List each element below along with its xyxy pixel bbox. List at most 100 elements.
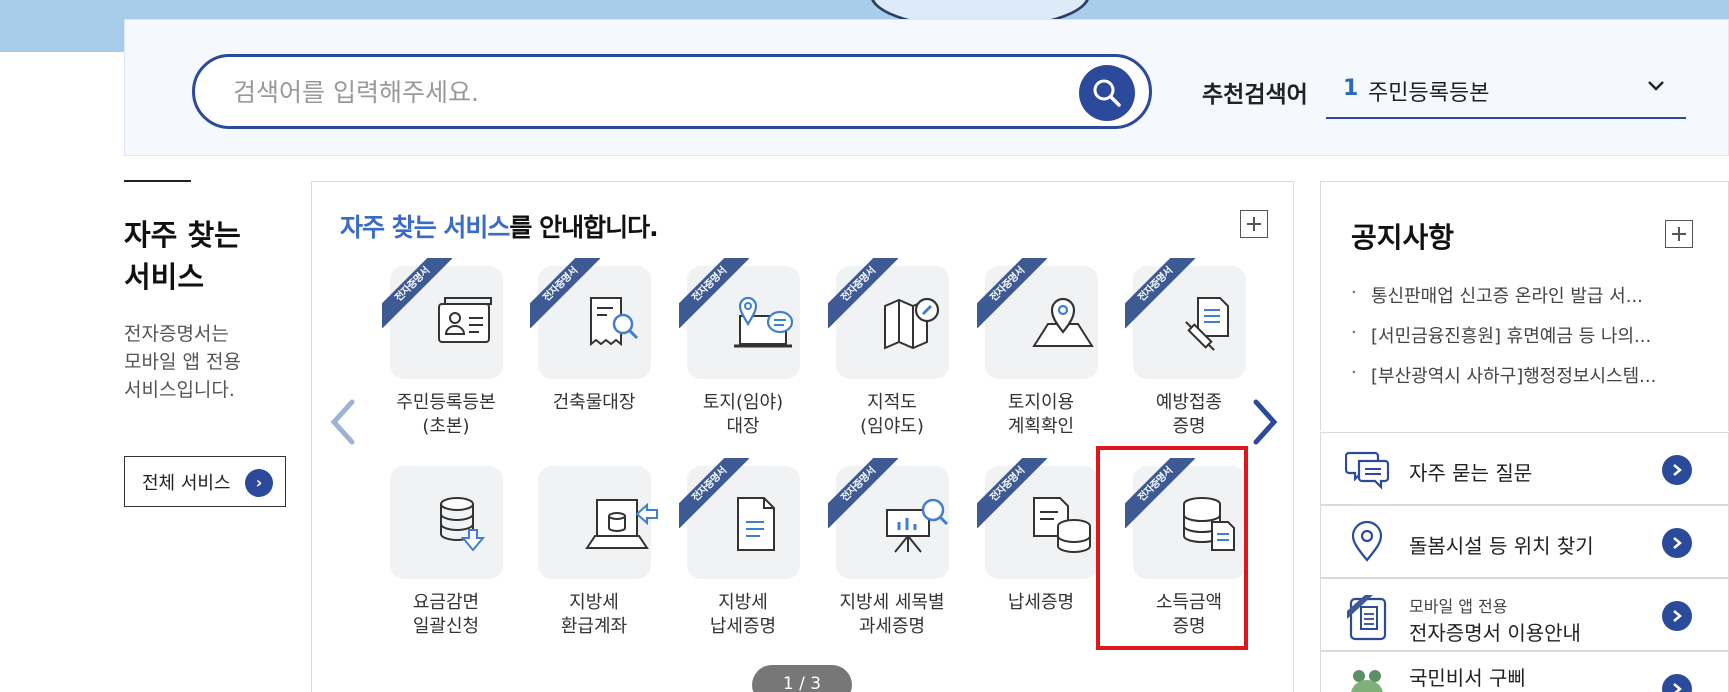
selected-item-highlight xyxy=(1096,446,1248,650)
service-label: 주민등록등본 (초본) xyxy=(371,391,521,439)
notice-more-button[interactable] xyxy=(1665,220,1693,248)
description-line1: 전자증명서는 xyxy=(124,323,229,345)
certificate-badge: 전자증명서 xyxy=(1125,258,1195,328)
recommended-rank: 1 xyxy=(1343,76,1359,101)
notice-item[interactable]: [부산광역시 사하구]행정정보시스템... xyxy=(1351,362,1701,402)
quick-link-mobile-certificate[interactable]: 모바일 앱 전용 전자증명서 이용안내 xyxy=(1320,578,1729,651)
certificate-badge-label: 전자증명서 xyxy=(679,258,749,328)
certificate-badge: 전자증명서 xyxy=(382,258,452,328)
certificate-badge-label: 전자증명서 xyxy=(828,458,898,528)
quick-link-care-facility[interactable]: 돌봄시설 등 위치 찾기 xyxy=(1320,505,1729,578)
mascot-icon xyxy=(1351,670,1383,692)
service-label: 지적도 (임야도) xyxy=(817,391,967,439)
quick-link-sublabel: 모바일 앱 전용 xyxy=(1409,597,1508,616)
certificate-badge-label: 전자증명서 xyxy=(977,458,1047,528)
service-label-line2: 일괄신청 xyxy=(412,616,480,637)
service-label-line2: 대장 xyxy=(726,416,760,437)
certificate-badge-label: 전자증명서 xyxy=(382,258,452,328)
certificate-badge-label: 전자증명서 xyxy=(679,458,749,528)
service-label: 지방세 세목별 과세증명 xyxy=(817,591,967,639)
service-item[interactable]: 전자증명서 지방세 납세증명 xyxy=(668,458,808,646)
service-tile[interactable] xyxy=(538,466,658,579)
database-download-icon xyxy=(437,496,487,556)
service-label: 예방접종 증명 xyxy=(1114,391,1264,439)
search-input[interactable] xyxy=(233,72,1053,112)
certificate-badge: 전자증명서 xyxy=(977,258,1047,328)
chevron-down-icon[interactable] xyxy=(1646,76,1666,96)
services-more-button[interactable] xyxy=(1240,210,1268,238)
certificate-badge: 전자증명서 xyxy=(977,458,1047,528)
service-label-line1: 토지이용 xyxy=(1007,392,1075,413)
quick-link-faq[interactable]: 자주 묻는 질문 xyxy=(1320,432,1729,505)
previous-arrow-icon[interactable] xyxy=(328,397,358,447)
services-heading-accent: 자주 찾는 서비스 xyxy=(340,213,510,242)
service-label: 납세증명 xyxy=(966,591,1116,615)
search-panel: 추천검색어 1 주민등록등본 xyxy=(124,19,1729,156)
description-line3: 서비스입니다. xyxy=(124,379,235,401)
divider xyxy=(124,180,191,182)
quick-link-assistant[interactable]: 국민비서 구삐 xyxy=(1320,651,1729,692)
mobile-certificate-icon xyxy=(1347,595,1387,641)
service-item[interactable]: 지방세 환급계좌 xyxy=(519,466,659,646)
service-label: 토지(임야) 대장 xyxy=(668,391,818,439)
service-item[interactable]: 요금감면 일괄신청 xyxy=(371,466,511,646)
service-label-line1: 예방접종 xyxy=(1155,392,1223,413)
notice-title: 공지사항 xyxy=(1351,221,1455,254)
service-label: 토지이용계획확인 xyxy=(966,391,1116,439)
service-item[interactable]: 전자증명서토지이용계획확인 xyxy=(966,258,1106,446)
service-item[interactable]: 전자증명서납세증명 xyxy=(966,458,1106,646)
section-title: 자주 찾는 서비스 xyxy=(124,214,294,298)
service-item[interactable]: 전자증명서주민등록등본 (초본) xyxy=(371,258,511,446)
chat-icon xyxy=(1345,451,1389,490)
service-label-line1: 지적도 xyxy=(867,392,917,413)
recommended-search-dropdown[interactable]: 1 주민등록등본 xyxy=(1326,62,1686,119)
service-label-line1: 납세증명 xyxy=(1007,592,1075,613)
service-label-line1: 주민등록등본 xyxy=(396,392,496,413)
certificate-badge-label: 전자증명서 xyxy=(1125,258,1195,328)
service-label: 요금감면 일괄신청 xyxy=(371,591,521,639)
service-label-line2: (초본) xyxy=(422,416,470,437)
all-services-label: 전체 서비스 xyxy=(142,473,231,494)
section-title-line1: 자주 찾는 xyxy=(124,218,241,252)
service-label-line2: 계획확인 xyxy=(1007,416,1075,437)
certificate-badge: 전자증명서 xyxy=(828,258,898,328)
service-label: 지방세 환급계좌 xyxy=(519,591,669,639)
notice-panel: 공지사항 통신판매업 신고증 온라인 발급 서... [서민금융진흥원] 휴면예… xyxy=(1320,181,1729,431)
search-box xyxy=(192,54,1152,129)
certificate-badge-label: 전자증명서 xyxy=(530,258,600,328)
all-services-button[interactable]: 전체 서비스 › xyxy=(124,456,286,507)
quick-link-label: 전자증명서 이용안내 xyxy=(1409,621,1581,645)
service-item[interactable]: 전자증명서 지방세 세목별 과세증명 xyxy=(817,458,957,646)
service-label-line1: 건축물대장 xyxy=(552,392,636,413)
quick-link-label: 국민비서 구삐 xyxy=(1409,666,1526,690)
certificate-badge: 전자증명서 xyxy=(828,458,898,528)
chevron-right-icon: › xyxy=(245,469,273,497)
service-tile[interactable] xyxy=(390,466,503,579)
chevron-right-icon xyxy=(1662,528,1692,558)
service-label-line2: 과세증명 xyxy=(858,616,926,637)
notice-list: 통신판매업 신고증 온라인 발급 서... [서민금융진흥원] 휴면예금 등 나… xyxy=(1351,282,1701,402)
description-line2: 모바일 앱 전용 xyxy=(124,351,241,373)
notice-item[interactable]: 통신판매업 신고증 온라인 발급 서... xyxy=(1351,282,1701,322)
recommended-search-label: 추천검색어 xyxy=(1202,82,1308,108)
service-label: 건축물대장 xyxy=(519,391,669,415)
chevron-right-icon xyxy=(1662,601,1692,631)
certificate-badge-label: 전자증명서 xyxy=(828,258,898,328)
service-item[interactable]: 전자증명서 토지(임야) 대장 xyxy=(668,258,808,446)
chevron-right-icon xyxy=(1662,455,1692,485)
location-pin-icon xyxy=(1351,520,1383,562)
service-label-line1: 지방세 xyxy=(718,592,768,613)
notice-item[interactable]: [서민금융진흥원] 휴면예금 등 나의... xyxy=(1351,322,1701,362)
service-item[interactable]: 전자증명서 예방접종 증명 xyxy=(1114,258,1254,446)
recommended-keyword[interactable]: 주민등록등본 xyxy=(1368,75,1489,107)
quick-link-label: 돌봄시설 등 위치 찾기 xyxy=(1409,534,1594,558)
service-item[interactable]: 전자증명서건축물대장 xyxy=(519,258,659,446)
services-heading: 자주 찾는 서비스를 안내합니다. xyxy=(340,208,659,244)
chevron-right-icon xyxy=(1662,674,1692,692)
certificate-badge: 전자증명서 xyxy=(530,258,600,328)
search-button[interactable] xyxy=(1079,65,1135,121)
section-title-line2: 서비스 xyxy=(124,260,205,294)
page-indicator: 1 / 3 xyxy=(752,665,852,692)
service-item[interactable]: 전자증명서 지적도 (임야도) xyxy=(817,258,957,446)
search-icon xyxy=(1093,79,1121,107)
